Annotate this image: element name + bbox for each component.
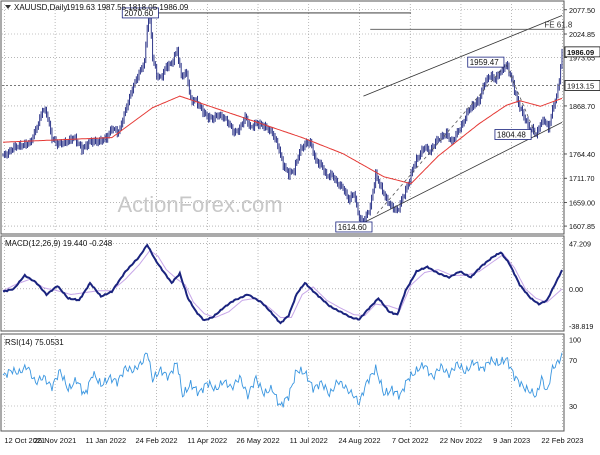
rsi-panel-frame — [0, 333, 565, 432]
x-tick-label: 24 Feb 2022 — [135, 436, 177, 445]
x-tick-label: 7 Oct 2022 — [392, 436, 429, 445]
y-tick-label: 1659.00 — [569, 199, 595, 208]
annotation-1804: 1804.48 — [497, 131, 526, 140]
y-tick-label: 1607.85 — [569, 222, 595, 231]
fib-dashed-line — [376, 64, 507, 214]
macd-layer — [2, 243, 563, 325]
x-tick-label: 22 Feb 2023 — [541, 436, 583, 445]
y-tick-label: 2077.50 — [569, 6, 595, 15]
x-tick-label: 11 Jul 2022 — [290, 436, 328, 445]
chart-header: XAUUSD,Daily 1919.63 1987.55 1818.05 198… — [5, 3, 189, 347]
macd-tick-label: 0.00 — [569, 285, 583, 294]
support-price-label: 1913.15 — [567, 81, 594, 90]
rsi-top-label: 100 — [569, 335, 581, 344]
collapse-triangle-icon[interactable] — [5, 5, 11, 9]
x-tick-label: 11 Jan 2022 — [85, 436, 126, 445]
macd-tick-label: 47.209 — [569, 240, 591, 249]
y-tick-label: 2024.85 — [569, 30, 595, 39]
rsi-tick-label: 30 — [569, 402, 577, 411]
rsi-line — [2, 352, 563, 408]
current-price-label: 1986.09 — [567, 48, 594, 57]
annotation-1614: 1614.60 — [338, 223, 367, 232]
annotation-fe618: FE 61.8 — [544, 20, 573, 29]
macd-panel-frame — [0, 235, 565, 332]
x-tick-label: 25 Nov 2021 — [34, 436, 77, 445]
y-tick-label: 1711.70 — [569, 174, 594, 183]
upper-channel-line — [363, 15, 563, 97]
x-tick-label: 11 Apr 2022 — [187, 436, 227, 445]
macd-title: MACD(12,26,9) 19.440 -0.248 — [5, 239, 113, 248]
symbol-label: XAUUSD,Daily — [14, 3, 67, 12]
macd-line — [2, 243, 563, 325]
lower-channel-line — [363, 122, 563, 224]
rsi-tick-label: 70 — [569, 356, 577, 365]
x-tick-label: 22 Nov 2022 — [440, 436, 483, 445]
chart-canvas: ActionForex.com 2070.601959.471804.48161… — [0, 0, 600, 445]
watermark: ActionForex.com — [117, 192, 282, 217]
rsi-title: RSI(14) 75.0531 — [5, 338, 64, 347]
x-tick-label: 24 Aug 2022 — [338, 436, 380, 445]
macd-tick-label: -38.819 — [569, 322, 593, 331]
y-tick-label: 1868.70 — [569, 102, 595, 111]
macd-signal-line — [2, 249, 563, 319]
ohlc-values: 1919.63 1987.55 1818.05 1986.09 — [66, 3, 189, 12]
forex-chart: ActionForex.com 2070.60 1959.47 1804.48 161… — [0, 0, 600, 450]
rsi-layer — [2, 352, 563, 408]
moving-average-line — [2, 95, 563, 185]
x-tick-label: 9 Jan 2023 — [493, 436, 530, 445]
annotation-1959: 1959.47 — [470, 58, 499, 67]
x-tick-label: 26 May 2022 — [236, 436, 279, 445]
price-layer: 2070.601959.471804.481614.60FE 61.8 — [2, 7, 573, 233]
y-tick-label: 1764.40 — [569, 150, 595, 159]
